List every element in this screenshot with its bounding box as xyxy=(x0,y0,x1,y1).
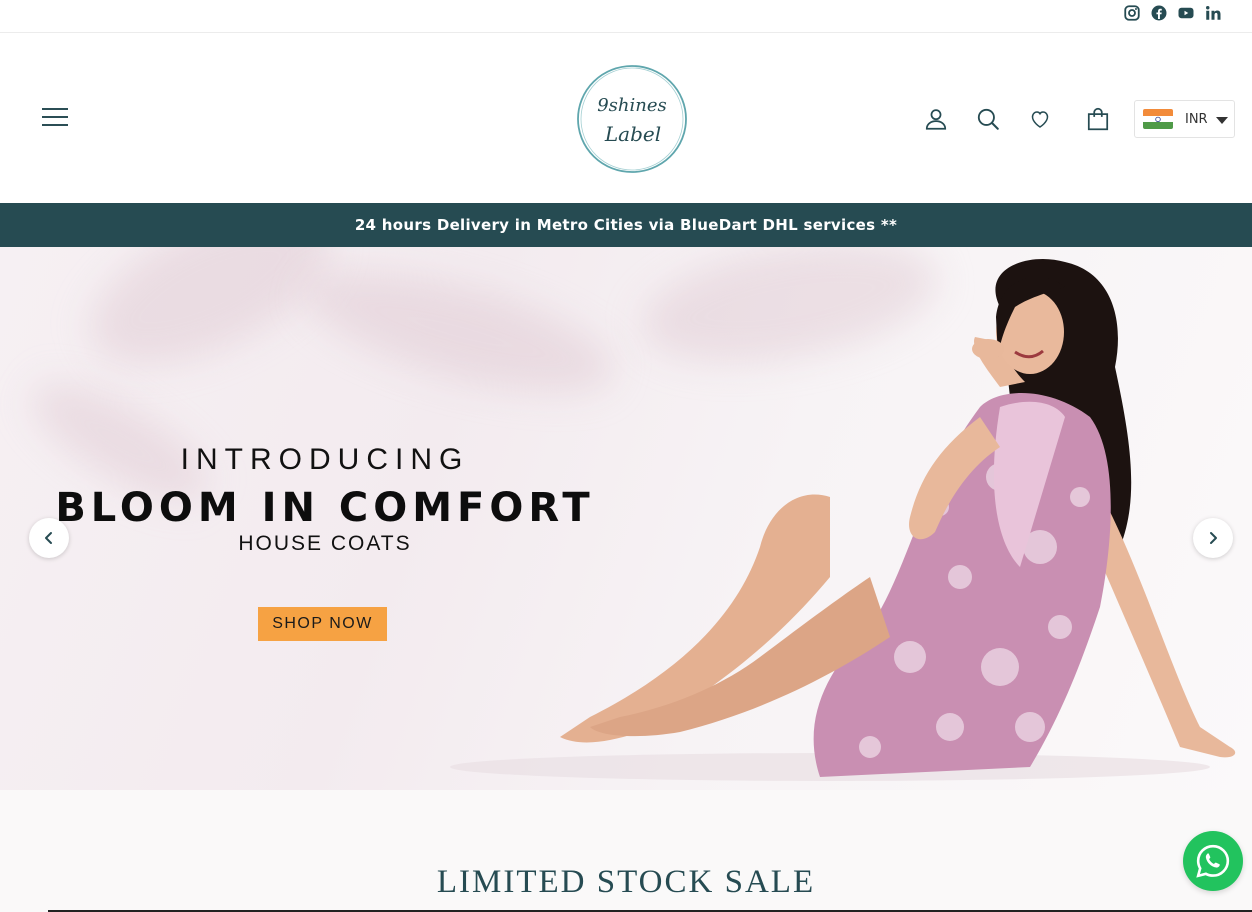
cart-bag-icon[interactable] xyxy=(1082,103,1114,135)
hero-model-image xyxy=(450,259,1236,781)
chevron-left-icon xyxy=(45,532,52,544)
slideshow-next-button[interactable] xyxy=(1193,518,1233,558)
linkedin-icon[interactable] xyxy=(1204,4,1222,22)
announcement-text: 24 hours Delivery in Metro Cities via Bl… xyxy=(354,216,898,234)
limited-stock-sale-section: LIMITED STOCK SALE xyxy=(0,790,1252,912)
logo-text-top: 9shines xyxy=(597,95,667,116)
chevron-down-icon xyxy=(1215,116,1228,124)
announcement-bar: 24 hours Delivery in Metro Cities via Bl… xyxy=(0,203,1252,247)
currency-selector[interactable]: INR xyxy=(1134,100,1235,138)
instagram-icon[interactable] xyxy=(1123,4,1141,22)
slideshow-prev-button[interactable] xyxy=(29,518,69,558)
facebook-icon[interactable] xyxy=(1150,4,1168,22)
shop-now-button[interactable]: SHOP NOW xyxy=(258,607,387,641)
section-title: LIMITED STOCK SALE xyxy=(436,864,816,900)
social-links xyxy=(1123,4,1222,22)
search-icon[interactable] xyxy=(972,103,1004,135)
wishlist-heart-icon[interactable] xyxy=(1024,103,1056,135)
whatsapp-chat-button[interactable] xyxy=(1183,831,1243,891)
hamburger-menu-icon[interactable] xyxy=(42,108,68,128)
india-flag-icon xyxy=(1143,109,1173,129)
whatsapp-icon xyxy=(1196,844,1230,878)
logo-text-bottom: Label xyxy=(604,122,661,146)
account-icon[interactable] xyxy=(920,103,952,135)
header-actions xyxy=(920,103,1114,135)
currency-code: INR xyxy=(1185,111,1208,127)
brand-logo[interactable]: 9shines Label xyxy=(575,63,689,175)
chevron-right-icon xyxy=(1210,532,1217,544)
youtube-icon[interactable] xyxy=(1177,4,1195,22)
site-header: 9shines Label INR xyxy=(0,33,1252,203)
hero-slideshow: INTRODUCING BLOOM IN COMFORT HOUSE COATS… xyxy=(0,247,1252,790)
social-bar xyxy=(0,0,1252,33)
